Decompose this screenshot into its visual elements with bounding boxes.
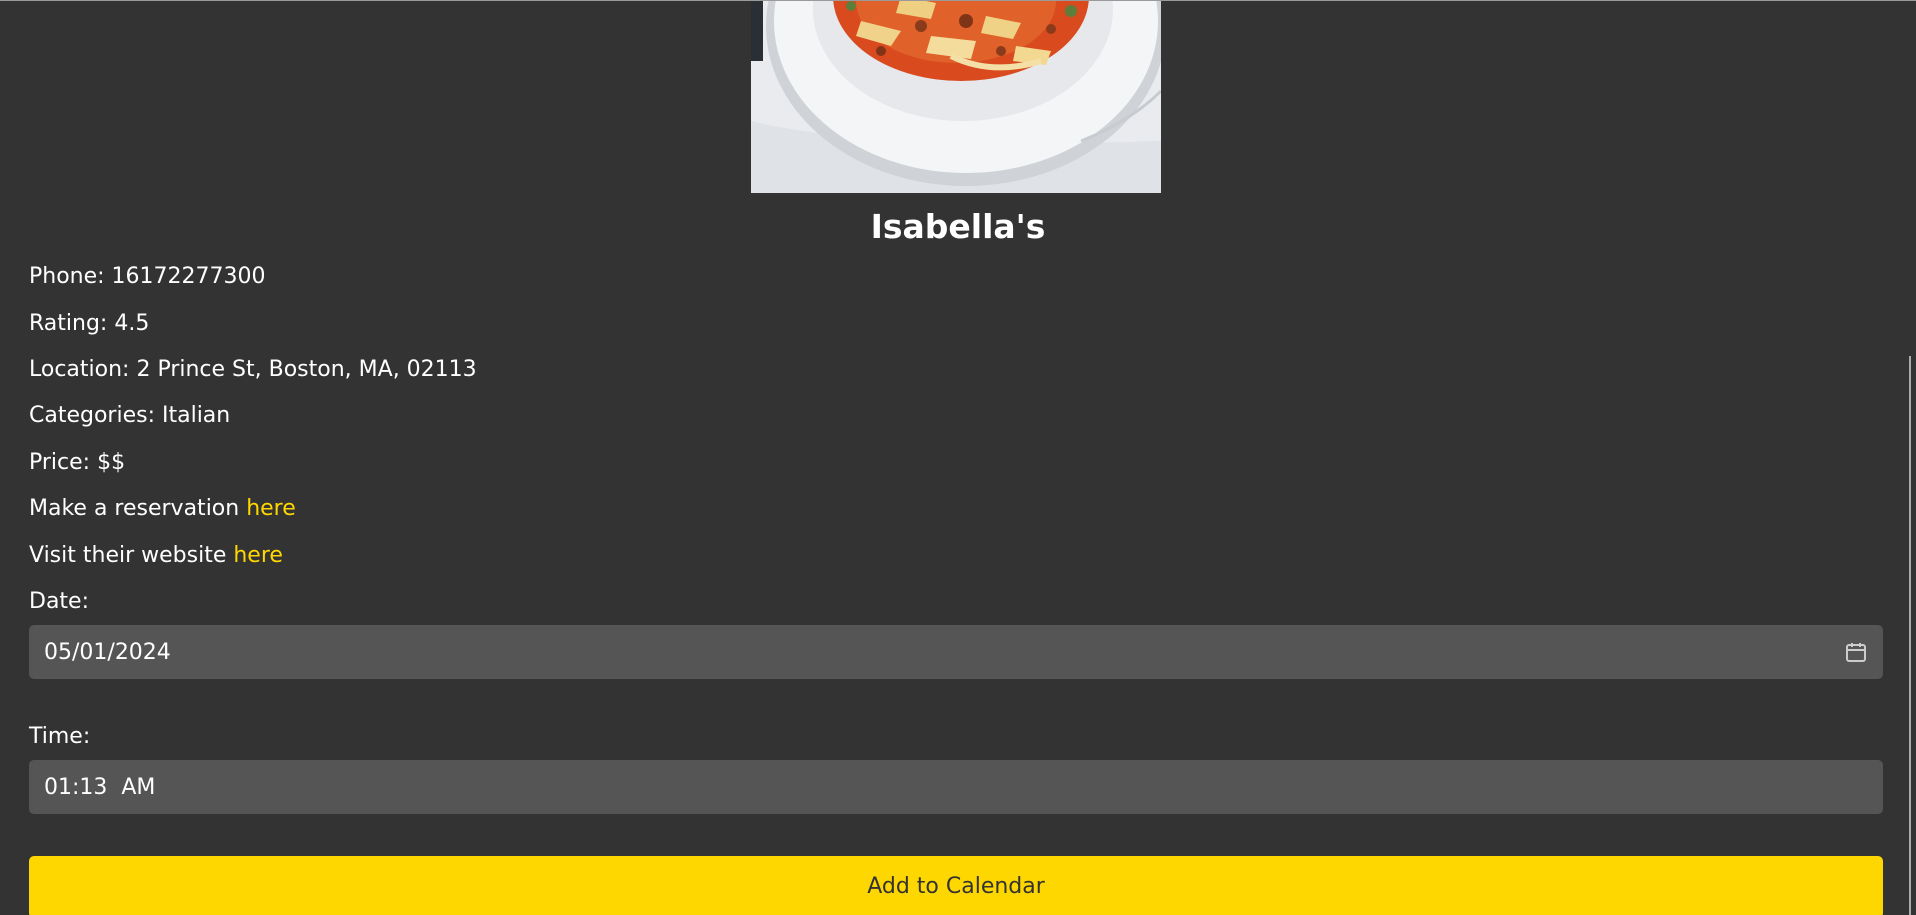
- date-input[interactable]: 05/01/2024: [29, 625, 1883, 679]
- location-text: Location: 2 Prince St, Boston, MA, 02113: [29, 357, 477, 382]
- date-label: Date:: [29, 589, 89, 614]
- page: Isabella's Phone: 16172277300 Rating: 4.…: [0, 0, 1916, 915]
- add-to-calendar-button[interactable]: Add to Calendar: [29, 856, 1883, 915]
- categories-text: Categories: Italian: [29, 403, 231, 428]
- time-label: Time:: [29, 724, 91, 749]
- time-input[interactable]: 01:13 AM: [29, 760, 1883, 814]
- price-text: Price: $$: [29, 450, 126, 475]
- calendar-icon[interactable]: [1844, 640, 1868, 664]
- time-value: 01:13 AM: [44, 774, 156, 800]
- date-value: 05/01/2024: [44, 639, 171, 665]
- scrollbar[interactable]: [1909, 356, 1911, 915]
- restaurant-image: [751, 1, 1161, 193]
- reservation-prefix: Make a reservation: [29, 496, 247, 521]
- phone-text: Phone: 16172277300: [29, 264, 266, 289]
- pasta-dish-photo: [751, 1, 1161, 193]
- reservation-line: Make a reservation here: [29, 494, 296, 524]
- website-link[interactable]: here: [233, 543, 283, 568]
- restaurant-name: Isabella's: [870, 207, 1046, 246]
- website-line: Visit their website here: [29, 541, 283, 571]
- website-prefix: Visit their website: [29, 543, 234, 568]
- rating-text: Rating: 4.5: [29, 311, 150, 336]
- reservation-link[interactable]: here: [246, 496, 296, 521]
